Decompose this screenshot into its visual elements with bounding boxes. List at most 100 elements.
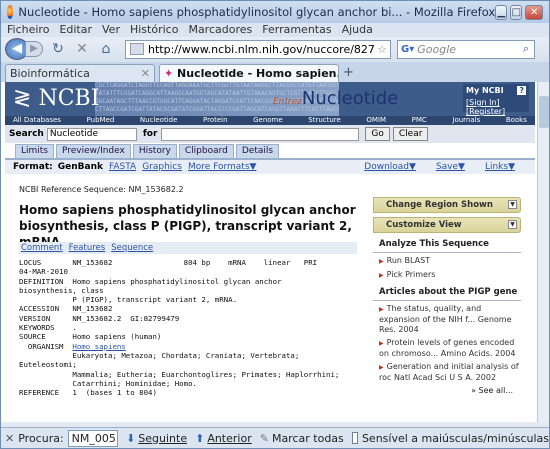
pick-primers-link[interactable]: ▶ Pick Primers — [379, 270, 521, 281]
sequence-link[interactable]: Sequence — [111, 243, 153, 253]
format-graphics-link[interactable]: Graphics — [142, 162, 182, 172]
find-previous-button[interactable]: ⬆ Anterior — [195, 432, 252, 445]
bookmark-star-icon[interactable]: ☆ — [374, 43, 390, 56]
tab-preview-index[interactable]: Preview/Index — [56, 144, 131, 158]
record-links: Comment Features Sequence — [19, 242, 357, 254]
chevron-down-icon[interactable]: ▼ — [508, 220, 517, 229]
ncbi-favicon: ✦ — [164, 67, 178, 80]
register-link[interactable]: [Register] — [466, 107, 505, 116]
tab-bioinformatica[interactable]: Bioinformática ✕ — [5, 64, 155, 82]
article-item[interactable]: ▶ The status, quality, and expansion of t… — [379, 304, 521, 335]
maximize-button[interactable]: □ — [510, 4, 523, 20]
article-item[interactable]: ▶ Generation and initial analysis of roc … — [379, 362, 521, 383]
run-blast-link[interactable]: ▶ Run BLAST — [379, 256, 521, 267]
tab-limits[interactable]: Limits — [15, 144, 54, 158]
match-case-label[interactable]: Sensível a maiúsculas/minúsculas — [362, 432, 549, 445]
help-icon[interactable]: ? — [517, 86, 526, 95]
highlight-all-label: Marcar todas — [271, 431, 344, 445]
dbnav-nucleotide[interactable]: Nucleotide — [140, 116, 178, 125]
google-icon[interactable]: G▾ — [398, 44, 417, 55]
customize-view-pill[interactable]: Customize View ▼ — [373, 217, 521, 233]
scrollbar-thumb[interactable] — [539, 96, 549, 128]
web-search-box[interactable]: G▾ Google ⌕ — [397, 39, 535, 59]
search-placeholder[interactable]: Google — [417, 43, 518, 56]
tab-details[interactable]: Details — [235, 144, 280, 158]
find-input[interactable]: NM_005 — [67, 429, 119, 447]
articles-heading: Articles about the PIGP gene — [379, 287, 518, 297]
dbnav-books[interactable]: Books — [506, 116, 527, 125]
download-menu[interactable]: Download▼ — [364, 162, 416, 172]
go-button[interactable]: Go — [365, 127, 390, 141]
dbnav-genome[interactable]: Genome — [253, 116, 283, 125]
right-sidebar: Change Region Shown ▼ Customize View ▼ Ana… — [373, 197, 521, 395]
article-text: Generation and initial analysis of roc N… — [379, 362, 519, 382]
site-favicon — [130, 43, 144, 55]
bullet-icon: ▶ — [379, 258, 384, 265]
highlight-all-button[interactable]: ✎ Marcar todas — [260, 432, 344, 445]
reload-button[interactable]: ↻ — [49, 40, 67, 58]
sign-in-link[interactable]: [Sign In] — [466, 98, 500, 107]
more-formats-link[interactable]: More Formats▼ — [188, 162, 257, 172]
comment-link[interactable]: Comment — [21, 243, 63, 253]
tab-history[interactable]: History — [132, 144, 177, 158]
item-label: Pick Primers — [386, 270, 436, 279]
minimize-button[interactable]: ▁ — [495, 4, 508, 20]
url-text[interactable]: http://www.ncbi.nlm.nih.gov/nuccore/8279… — [148, 43, 374, 56]
menu-ajuda[interactable]: Ajuda — [342, 23, 373, 36]
ncbi-logo[interactable]: ≷ NCBI — [13, 86, 99, 111]
ncbi-search-input[interactable] — [161, 127, 360, 141]
menu-marcadores[interactable]: Marcadores — [188, 23, 252, 36]
format-fasta-link[interactable]: FASTA — [109, 162, 136, 172]
clear-button[interactable]: Clear — [392, 127, 429, 141]
dbnav-pmc[interactable]: PMC — [412, 116, 427, 125]
pill-label: Customize View — [386, 220, 462, 230]
stop-button[interactable]: ✕ — [73, 40, 91, 58]
home-button[interactable]: ⌂ — [97, 40, 115, 58]
close-window-button[interactable]: ✕ — [525, 4, 543, 20]
genbank-lineage-text: Eukaryota; Metazoa; Chordata; Craniata; … — [19, 350, 340, 398]
chevron-down-icon[interactable]: ▼ — [508, 200, 517, 209]
organism-link[interactable]: Homo sapiens — [72, 342, 125, 351]
firefox-icon — [7, 5, 14, 19]
close-tab-icon[interactable]: ✕ — [137, 67, 150, 80]
search-icon[interactable]: ⌕ — [518, 42, 534, 56]
ncbi-header: CGCTCAGGATCTAGGTTCCAGTTAGGAAATGCTTCGGTTG… — [5, 82, 535, 116]
vertical-scrollbar[interactable] — [537, 82, 549, 422]
dbnav-journals[interactable]: Journals — [452, 116, 480, 125]
see-all-link[interactable]: » See all... — [373, 386, 521, 395]
dbnav-omim[interactable]: OMIM — [366, 116, 386, 125]
links-menu[interactable]: Links▼ — [485, 162, 515, 172]
article-text: The status, quality, and expansion of th… — [379, 304, 512, 334]
dbnav-protein[interactable]: Protein — [203, 116, 228, 125]
find-label: Procura: — [18, 431, 64, 445]
database-select[interactable]: Nucleotide — [46, 127, 137, 141]
forward-button[interactable]: ▶ — [25, 41, 43, 57]
article-item[interactable]: ▶ Protein levels of genes encoded on chro… — [379, 338, 521, 359]
dbnav-structure[interactable]: Structure — [308, 116, 341, 125]
url-bar[interactable]: http://www.ncbi.nlm.nih.gov/nuccore/8279… — [125, 39, 391, 59]
format-label: Format: — [13, 162, 53, 172]
close-find-icon[interactable]: ✕ — [5, 432, 14, 445]
dbnav-pubmed[interactable]: PubMed — [87, 116, 115, 125]
menu-ficheiro[interactable]: Ficheiro — [7, 23, 49, 36]
features-link[interactable]: Features — [69, 243, 106, 253]
dbnav-all[interactable]: All Databases — [13, 116, 61, 125]
database-nav: All Databases PubMed Nucleotide Protein Geno… — [5, 116, 535, 125]
entrez-tabs: Limits Preview/Index History Clipboard D… — [15, 144, 281, 158]
find-previous-label: Anterior — [207, 431, 252, 445]
forward-arrow-icon: ▶ — [30, 43, 38, 54]
divider — [373, 252, 521, 253]
menu-bar: Ficheiro Editar Ver Histórico Marcadores Ferr… — [1, 23, 549, 37]
menu-ver[interactable]: Ver — [102, 23, 120, 36]
save-menu[interactable]: Save▼ — [436, 162, 465, 172]
tab-nucleotide[interactable]: ✦ Nucleotide - Homo sapien...✕ — [159, 64, 339, 82]
change-region-pill[interactable]: Change Region Shown ▼ — [373, 197, 521, 213]
menu-ferramentas[interactable]: Ferramentas — [262, 23, 331, 36]
menu-editar[interactable]: Editar — [59, 23, 92, 36]
tab-clipboard[interactable]: Clipboard — [178, 144, 234, 158]
tab-label: Nucleotide - Homo sapien... — [177, 67, 339, 80]
match-case-checkbox[interactable] — [351, 432, 358, 444]
find-next-button[interactable]: ⬇ Seguinte — [126, 432, 187, 445]
menu-historico[interactable]: Histórico — [130, 23, 178, 36]
new-tab-button[interactable]: + — [343, 65, 354, 80]
